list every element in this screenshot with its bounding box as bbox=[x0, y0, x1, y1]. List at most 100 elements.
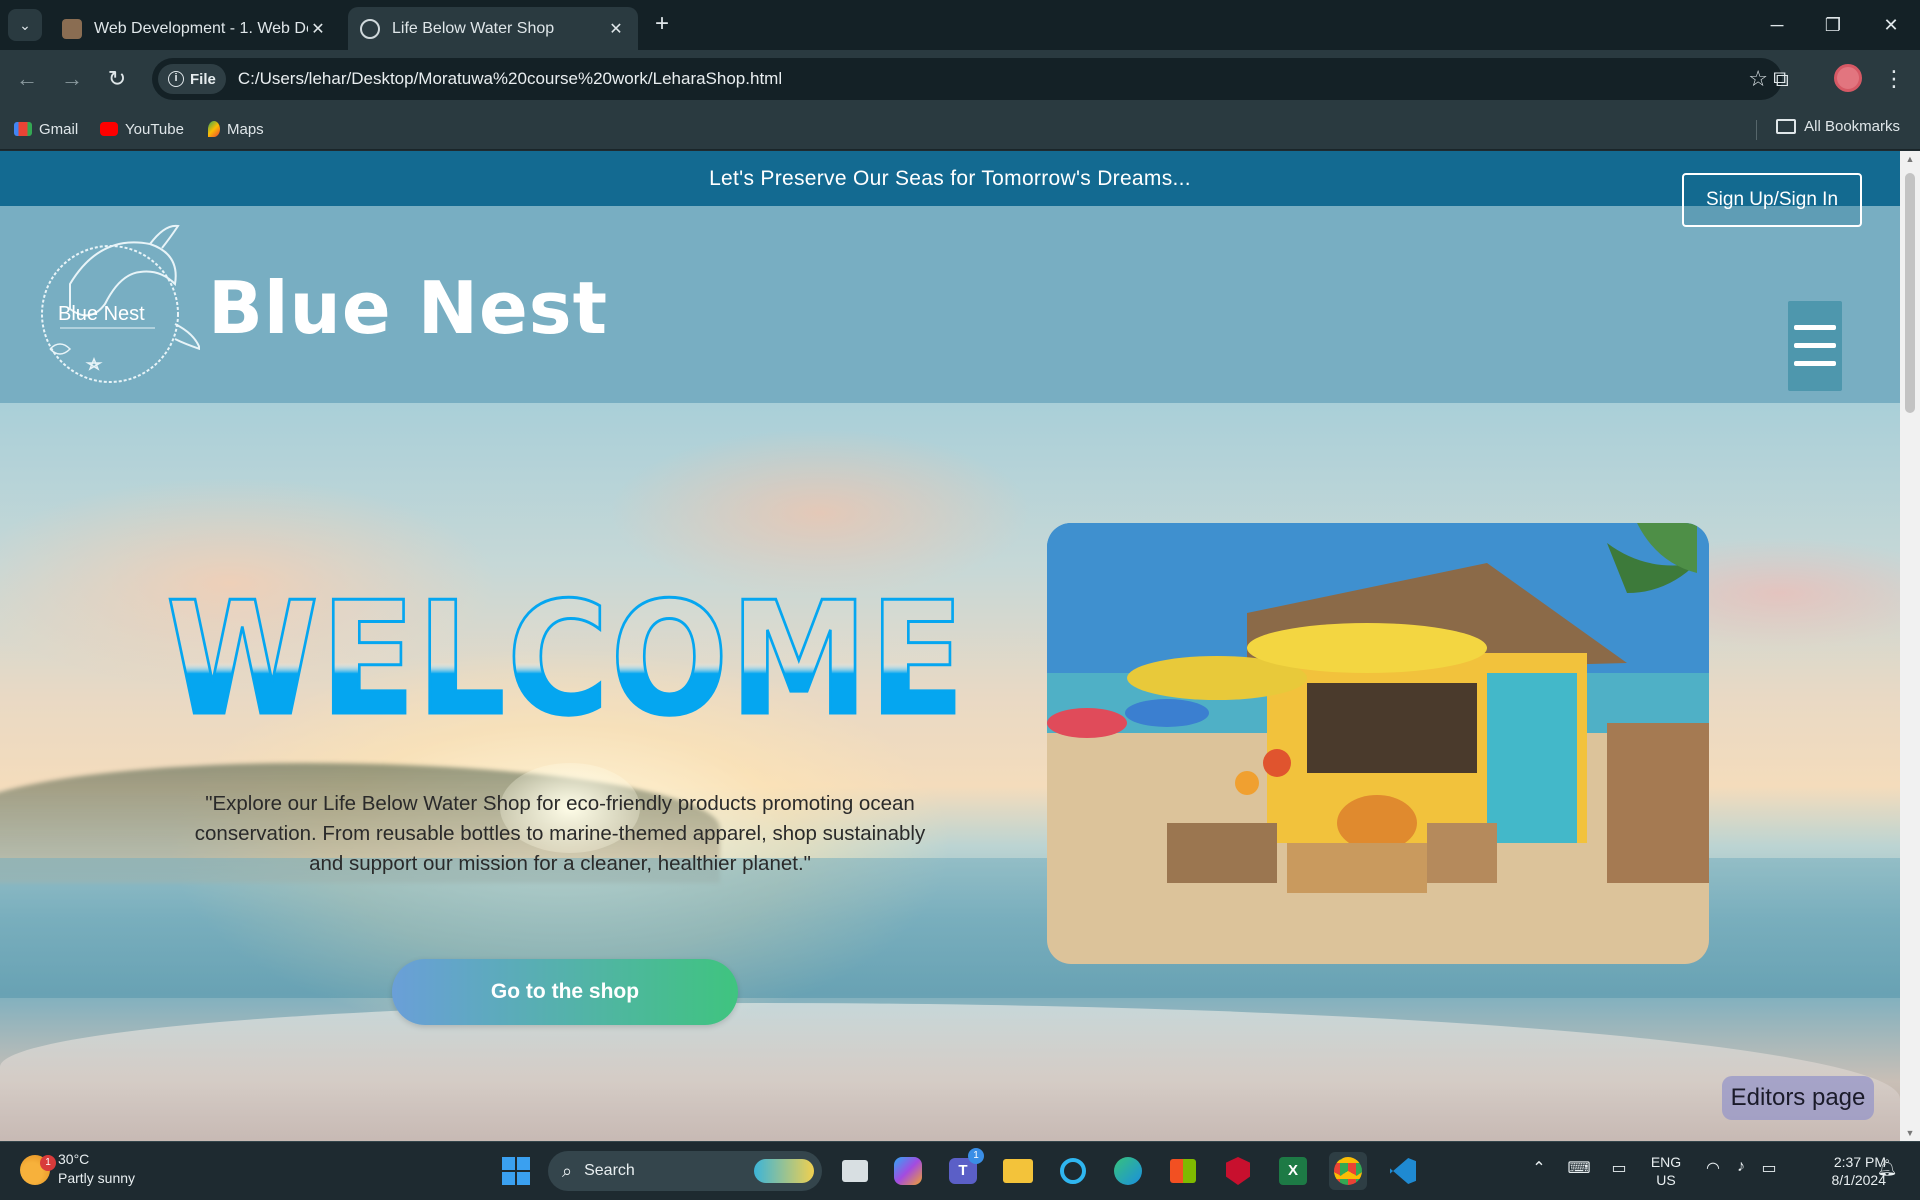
search-highlight-icon bbox=[754, 1159, 814, 1183]
close-tab-icon[interactable]: ✕ bbox=[606, 19, 626, 39]
volume-icon[interactable]: ♪ bbox=[1728, 1158, 1754, 1176]
weather-widget[interactable]: 1 30°C Partly sunny bbox=[20, 1149, 135, 1187]
excel-icon[interactable]: X bbox=[1274, 1152, 1312, 1190]
info-icon: i bbox=[168, 71, 184, 87]
tab-strip: ⌄ Web Development - 1. Web De ✕ Life Bel… bbox=[0, 0, 1920, 50]
blue-nest-logo: Blue Nest bbox=[41, 224, 200, 383]
display-icon[interactable]: ▭ bbox=[1606, 1158, 1632, 1178]
language-code: ENG bbox=[1650, 1154, 1682, 1170]
sign-up-sign-in-button[interactable]: Sign Up/Sign In bbox=[1682, 173, 1862, 227]
hamburger-line-icon bbox=[1794, 325, 1836, 330]
browser-toolbar: ← → ↻ i File C:/Users/lehar/Desktop/Mora… bbox=[0, 50, 1920, 108]
maps-icon bbox=[208, 121, 220, 137]
chrome-icon[interactable] bbox=[1329, 1152, 1367, 1190]
page-scrollbar[interactable]: ▲ ▼ bbox=[1900, 151, 1920, 1141]
clock-time: 2:37 PM bbox=[1833, 1154, 1886, 1170]
weather-description: Partly sunny bbox=[58, 1170, 136, 1186]
tab-search-button[interactable]: ⌄ bbox=[8, 9, 42, 41]
bookmark-maps[interactable]: Maps bbox=[208, 118, 264, 140]
clock-date: 8/1/2024 bbox=[1831, 1172, 1887, 1188]
folder-icon bbox=[1776, 119, 1797, 134]
youtube-icon bbox=[100, 122, 118, 136]
page-viewport: Let's Preserve Our Seas for Tomorrow's D… bbox=[0, 151, 1900, 1141]
show-hidden-icons-icon[interactable]: ⌃ bbox=[1526, 1158, 1552, 1178]
hero-section: WELCOME "Explore our Life Below Water Sh… bbox=[0, 403, 1900, 1141]
windows-taskbar: 1 30°C Partly sunny ⌕ Search T 1 X ⌃ ⌨ ▭… bbox=[0, 1141, 1920, 1200]
go-to-shop-button[interactable]: Go to the shop bbox=[392, 959, 738, 1025]
restore-button[interactable]: ❐ bbox=[1813, 10, 1853, 40]
menu-button[interactable] bbox=[1788, 301, 1842, 391]
welcome-heading: WELCOME bbox=[165, 573, 966, 733]
hero-beach-foam bbox=[0, 1003, 1900, 1141]
site-title: Blue Nest bbox=[208, 266, 609, 350]
gmail-icon bbox=[14, 122, 32, 136]
more-menu-icon[interactable]: ⋮ bbox=[1878, 63, 1910, 95]
chevron-down-icon: ⌄ bbox=[19, 16, 31, 33]
cortana-icon[interactable] bbox=[1054, 1152, 1092, 1190]
bookmark-label: Maps bbox=[227, 120, 264, 138]
file-explorer-icon[interactable] bbox=[999, 1152, 1037, 1190]
weather-badge: 1 bbox=[40, 1155, 56, 1171]
welcome-text: WELCOME bbox=[166, 573, 966, 733]
tab-life-below-water-shop[interactable]: Life Below Water Shop ✕ bbox=[348, 7, 638, 50]
search-label: Search bbox=[584, 1162, 635, 1179]
wifi-icon[interactable]: ◠ bbox=[1700, 1158, 1726, 1178]
hamburger-line-icon bbox=[1794, 343, 1836, 348]
windows-logo-icon bbox=[502, 1157, 530, 1185]
site-info-chip[interactable]: i File bbox=[158, 64, 226, 94]
taskbar-search[interactable]: ⌕ Search bbox=[548, 1151, 822, 1191]
bookmark-youtube[interactable]: YouTube bbox=[100, 118, 184, 140]
bookmark-label: Gmail bbox=[39, 120, 79, 138]
extensions-icon[interactable]: ⧉ bbox=[1765, 63, 1797, 95]
region-code: US bbox=[1656, 1172, 1676, 1188]
editors-page-button[interactable]: Editors page bbox=[1722, 1076, 1874, 1120]
address-bar[interactable]: i File C:/Users/lehar/Desktop/Moratuwa%2… bbox=[152, 58, 1782, 100]
copilot-icon[interactable] bbox=[889, 1152, 927, 1190]
scroll-up-icon[interactable]: ▲ bbox=[1900, 151, 1920, 167]
scroll-down-icon[interactable]: ▼ bbox=[1900, 1125, 1920, 1141]
bookmark-label: YouTube bbox=[125, 120, 184, 138]
new-tab-button[interactable]: + bbox=[650, 12, 674, 38]
hero-description: "Explore our Life Below Water Shop for e… bbox=[194, 792, 926, 875]
teams-badge: 1 bbox=[968, 1148, 984, 1164]
battery-icon[interactable]: ▭ bbox=[1756, 1158, 1782, 1178]
search-icon: ⌕ bbox=[562, 1160, 573, 1181]
vscode-icon[interactable] bbox=[1384, 1152, 1422, 1190]
clock[interactable]: 2:37 PM 8/1/2024 bbox=[1790, 1153, 1887, 1189]
keyboard-icon[interactable]: ⌨ bbox=[1566, 1158, 1592, 1178]
site-info-label: File bbox=[190, 70, 216, 88]
url-text[interactable]: C:/Users/lehar/Desktop/Moratuwa%20course… bbox=[238, 69, 782, 89]
hamburger-line-icon bbox=[1794, 361, 1836, 366]
course-favicon-icon bbox=[62, 18, 82, 39]
all-bookmarks-button[interactable]: All Bookmarks bbox=[1776, 118, 1900, 135]
globe-icon bbox=[360, 18, 380, 39]
all-bookmarks-label: All Bookmarks bbox=[1804, 118, 1900, 135]
tab-title: Life Below Water Shop bbox=[392, 19, 555, 37]
logo-text: Blue Nest bbox=[58, 303, 145, 325]
announcement-bar: Let's Preserve Our Seas for Tomorrow's D… bbox=[0, 151, 1900, 206]
tab-title: Web Development - 1. Web De bbox=[94, 19, 308, 37]
start-button[interactable] bbox=[497, 1152, 535, 1190]
tab-web-development[interactable]: Web Development - 1. Web De ✕ bbox=[50, 7, 340, 50]
forward-button[interactable]: → bbox=[56, 63, 88, 95]
microsoft-store-icon[interactable] bbox=[1164, 1152, 1202, 1190]
reload-button[interactable]: ↻ bbox=[101, 63, 133, 95]
weather-temperature: 30°C bbox=[58, 1151, 90, 1167]
scroll-thumb[interactable] bbox=[1905, 173, 1915, 413]
close-tab-icon[interactable]: ✕ bbox=[308, 19, 328, 39]
mcafee-icon[interactable] bbox=[1219, 1152, 1257, 1190]
language-indicator[interactable]: ENG US bbox=[1648, 1153, 1684, 1189]
minimize-button[interactable]: ─ bbox=[1757, 10, 1797, 40]
notifications-bell-icon[interactable]: 🔔︎ bbox=[1874, 1158, 1900, 1178]
site-header: Blue Nest Blue Nest bbox=[0, 206, 1900, 403]
teams-icon[interactable]: T 1 bbox=[944, 1148, 984, 1190]
profile-avatar[interactable] bbox=[1834, 64, 1862, 92]
bookmark-gmail[interactable]: Gmail bbox=[14, 118, 78, 140]
bookmarks-divider bbox=[1756, 120, 1757, 140]
edge-icon[interactable] bbox=[1109, 1152, 1147, 1190]
close-window-button[interactable]: ✕ bbox=[1871, 10, 1911, 40]
bookmarks-bar: Gmail YouTube Maps All Bookmarks bbox=[0, 108, 1920, 150]
beach-shop-image bbox=[1047, 523, 1709, 964]
task-view-icon[interactable] bbox=[836, 1152, 874, 1190]
back-button[interactable]: ← bbox=[11, 63, 43, 95]
